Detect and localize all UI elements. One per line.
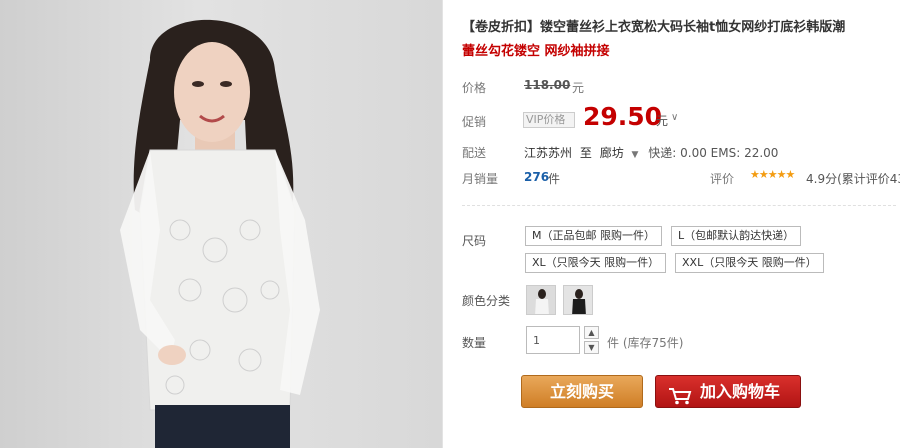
size-label: 尺码 (462, 234, 487, 248)
size-option-l[interactable]: L（包邮默认韵达快递） (671, 226, 802, 246)
product-photo (0, 0, 443, 448)
caret-down-icon[interactable]: ▼ (632, 150, 639, 160)
color-swatch-white[interactable] (526, 285, 556, 315)
section-divider (462, 205, 896, 206)
original-price: 118.00 (524, 78, 571, 92)
monthly-sales-count: 276 (524, 170, 550, 184)
shipping-fee: 快递: 0.00 EMS: 22.00 (648, 146, 779, 160)
shipping-label: 配送 (462, 146, 487, 160)
buy-now-button[interactable]: 立刻购买 (521, 375, 643, 408)
shopping-cart-icon (668, 384, 692, 415)
monthly-sales-label: 月销量 (462, 172, 499, 186)
product-title: 【卷皮折扣】镂空蕾丝衫上衣宽松大码长袖t恤女网纱打底衫韩版潮 (462, 20, 846, 35)
product-info-panel: 【卷皮折扣】镂空蕾丝衫上衣宽松大码长袖t恤女网纱打底衫韩版潮 蕾丝勾花镂空 网纱… (444, 0, 900, 448)
promo-price-unit: 元 (656, 114, 669, 128)
promo-label: 促销 (462, 115, 487, 129)
product-subtitle: 蕾丝勾花镂空 网纱袖拼接 (462, 44, 610, 59)
shipping-to-word: 至 (579, 146, 592, 160)
rating-stars-icon: ★★★★★ (750, 168, 795, 181)
vip-price-badge: VIP价格 (523, 112, 575, 128)
white-top-thumbnail-icon (527, 286, 555, 314)
rating-summary-link[interactable]: 4.9分(累计评价43) (806, 170, 900, 187)
add-to-cart-button[interactable]: 加入购物车 (655, 375, 801, 408)
size-option-m[interactable]: M（正品包邮 限购一件） (525, 226, 662, 246)
color-label: 颜色分类 (462, 294, 511, 308)
stock-info: 件 (库存75件) (607, 336, 684, 350)
shipping-info: 江苏苏州 至 廊坊 ▼ 快递: 0.00 EMS: 22.00 (524, 144, 778, 161)
review-label: 评价 (710, 172, 735, 186)
size-option-xl[interactable]: XL（只限今天 限购一件） (525, 253, 667, 273)
original-price-label: 价格 (462, 81, 487, 95)
original-price-unit: 元 (572, 81, 585, 95)
monthly-sales-unit: 件 (548, 172, 561, 186)
promo-price: 29.50 (583, 102, 663, 131)
model-illustration (120, 19, 320, 448)
shipping-destination-select[interactable]: 廊坊 (600, 146, 624, 160)
quantity-decrease-icon[interactable]: ▼ (584, 341, 599, 354)
quantity-increase-icon[interactable]: ▲ (584, 326, 599, 339)
add-to-cart-label: 加入购物车 (700, 382, 781, 401)
quantity-label: 数量 (462, 336, 487, 350)
size-option-xxl[interactable]: XXL（只限今天 限购一件） (675, 253, 824, 273)
chevron-down-icon[interactable]: ∨ (671, 112, 678, 123)
color-swatch-black[interactable] (563, 285, 593, 315)
shipping-origin: 江苏苏州 (524, 146, 573, 160)
quantity-input[interactable]: 1 (526, 326, 580, 354)
black-top-thumbnail-icon (564, 286, 592, 314)
